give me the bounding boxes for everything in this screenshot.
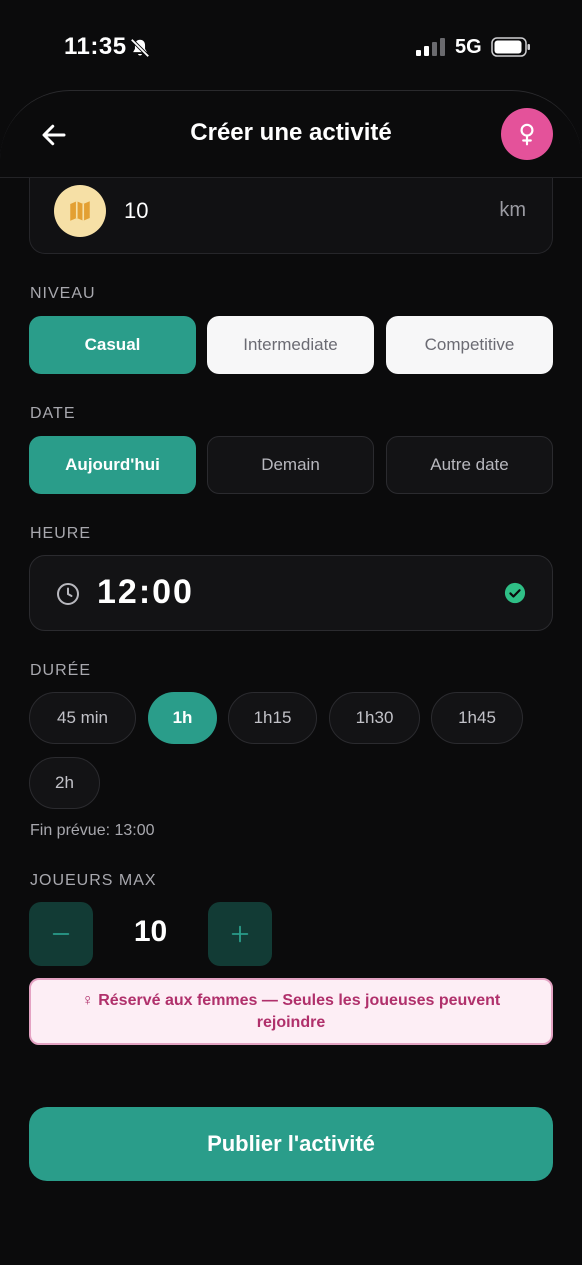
level-casual-button[interactable]: Casual bbox=[29, 316, 196, 374]
bell-off-icon bbox=[130, 38, 150, 58]
time-picker[interactable]: 12:00 bbox=[29, 555, 553, 631]
women-only-notice-text: ♀ Réservé aux femmes — Seules les joueus… bbox=[81, 991, 501, 1031]
status-bar: 11:35 5G bbox=[0, 0, 582, 90]
date-label: DATE bbox=[30, 405, 76, 422]
minus-icon bbox=[52, 933, 70, 935]
publish-button[interactable]: Publier l'activité bbox=[29, 1107, 553, 1181]
date-today-button[interactable]: Aujourd'hui bbox=[29, 436, 196, 494]
players-label: JOUEURS MAX bbox=[30, 872, 157, 889]
distance-unit: km bbox=[499, 199, 526, 221]
map-icon bbox=[70, 201, 90, 221]
battery-icon bbox=[491, 37, 530, 57]
duration-label: DURÉE bbox=[30, 662, 92, 679]
distance-value: 10 bbox=[124, 198, 149, 223]
map-icon-badge bbox=[54, 185, 106, 237]
date-other-button[interactable]: Autre date bbox=[386, 436, 553, 494]
date-tomorrow-button[interactable]: Demain bbox=[207, 436, 374, 494]
level-label: NIVEAU bbox=[30, 285, 96, 302]
decrease-players-button[interactable] bbox=[29, 902, 93, 966]
time-label: HEURE bbox=[30, 525, 92, 542]
duration-1h30-pill[interactable]: 1h30 bbox=[329, 692, 420, 744]
signal-icon bbox=[416, 38, 445, 56]
duration-2h-pill[interactable]: 2h bbox=[29, 757, 100, 809]
women-only-toggle[interactable] bbox=[501, 108, 553, 160]
increase-players-button[interactable] bbox=[208, 902, 272, 966]
level-intermediate-button[interactable]: Intermediate bbox=[207, 316, 374, 374]
duration-1h-pill[interactable]: 1h bbox=[148, 692, 217, 744]
check-circle-icon bbox=[504, 582, 526, 604]
female-symbol-icon bbox=[520, 123, 534, 146]
clock-icon bbox=[57, 583, 79, 605]
duration-1h45-pill[interactable]: 1h45 bbox=[431, 692, 523, 744]
end-time-text: Fin prévue: 13:00 bbox=[30, 822, 155, 839]
level-competitive-button[interactable]: Competitive bbox=[386, 316, 553, 374]
time-value: 12:00 bbox=[97, 573, 194, 611]
network-label: 5G bbox=[455, 36, 482, 58]
distance-card[interactable]: 10 km bbox=[29, 178, 553, 254]
status-time: 11:35 bbox=[64, 33, 127, 60]
women-only-notice: ♀ Réservé aux femmes — Seules les joueus… bbox=[29, 978, 553, 1045]
duration-45min-pill[interactable]: 45 min bbox=[29, 692, 136, 744]
plus-icon bbox=[231, 925, 249, 943]
players-value: 10 bbox=[133, 915, 168, 948]
page-title: Créer une activité bbox=[190, 119, 392, 146]
duration-1h15-pill[interactable]: 1h15 bbox=[228, 692, 317, 744]
app-header: Créer une activité bbox=[0, 90, 582, 178]
